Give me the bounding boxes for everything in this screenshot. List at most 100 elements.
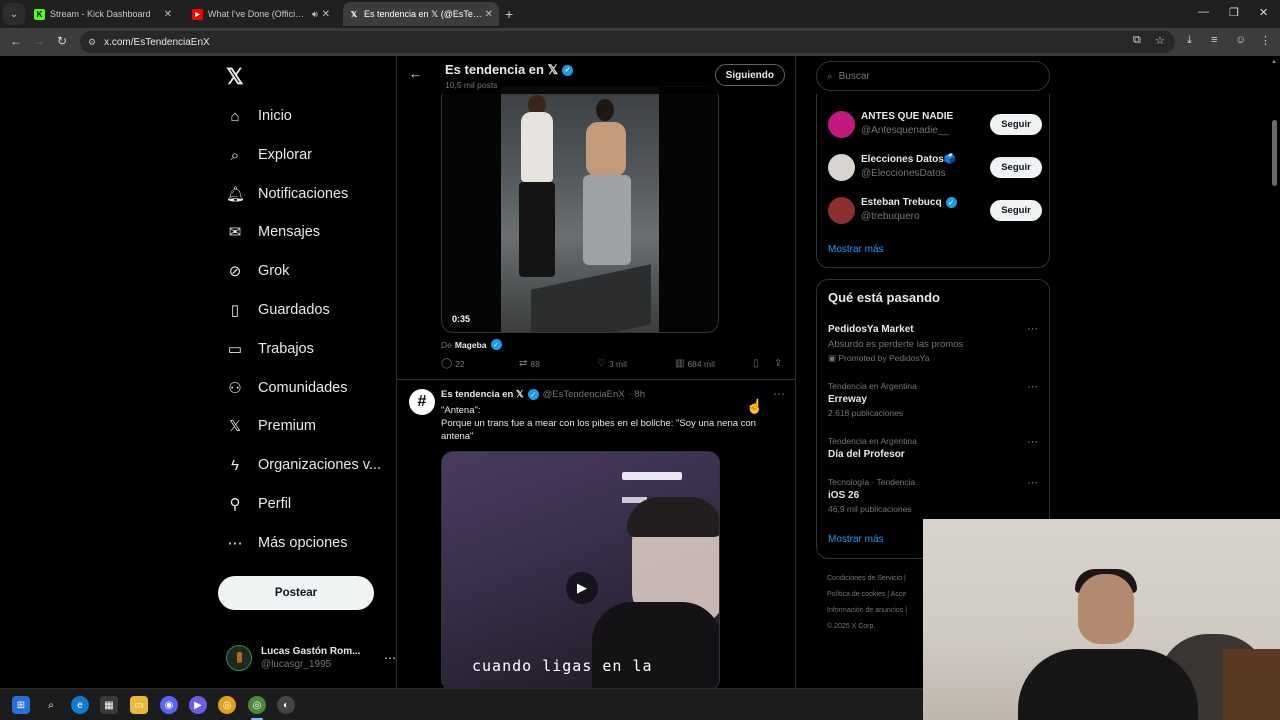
suggestion-item[interactable]: Esteban Trebucq ✓ @trebuquero Seguir — [828, 195, 1042, 225]
nav-organizations[interactable]: ϟ Organizaciones v... — [226, 450, 381, 480]
avatar[interactable] — [828, 197, 855, 224]
trend-count: 46,9 mil publicaciones — [828, 504, 912, 514]
tweet-author-name[interactable]: Es tendencia en 𝕏 — [441, 389, 524, 400]
nav-jobs[interactable]: ▭ Trabajos — [226, 334, 314, 364]
trend-item[interactable]: Tecnología · Tendencia iOS 26 46,9 mil p… — [828, 476, 1042, 515]
trend-item[interactable]: Tendencia en Argentina Erreway 2.618 pub… — [828, 380, 1042, 419]
windows-start-icon[interactable]: ⊞ — [12, 696, 30, 714]
file-explorer-icon[interactable]: ▭ — [130, 696, 148, 714]
bookmark-star-icon[interactable]: ☆ — [1155, 34, 1165, 47]
audio-icon[interactable]: 🔊︎ — [312, 9, 318, 20]
tab-search-icon[interactable]: ⌄ — [3, 3, 25, 25]
trend-item[interactable]: Tendencia en Argentina Día del Profesor … — [828, 435, 1042, 462]
trend-name: iOS 26 — [828, 490, 860, 501]
avatar[interactable] — [828, 111, 855, 138]
nav-bookmarks[interactable]: ▯ Guardados — [226, 295, 330, 325]
suggestion-name[interactable]: Esteban Trebucq ✓ — [861, 197, 957, 208]
views-button[interactable]: ▥ 684 mil — [675, 358, 715, 369]
cast-icon[interactable]: ⧉ — [1133, 34, 1141, 47]
scroll-up-icon[interactable]: ▲ — [1271, 59, 1277, 65]
search-icon[interactable]: ⌕ — [42, 696, 60, 714]
follow-button[interactable]: Seguir — [990, 157, 1042, 178]
chrome-profile-icon[interactable]: ◎ — [248, 696, 266, 714]
site-info-icon[interactable]: ⚙ — [88, 37, 96, 48]
more-icon[interactable]: ⋯ — [773, 387, 785, 401]
new-tab-icon[interactable]: + — [505, 6, 513, 22]
tweet-divider — [397, 379, 795, 380]
close-tab-icon[interactable]: ✕ — [164, 9, 172, 20]
media-icon[interactable]: ≡ — [1211, 34, 1217, 46]
play-icon[interactable]: ▶ — [566, 572, 598, 604]
close-tab-icon[interactable]: ✕ — [485, 9, 493, 20]
source-account-link[interactable]: Mageba — [455, 340, 487, 350]
show-more-link[interactable]: Mostrar más — [828, 244, 884, 255]
suggestion-name[interactable]: Elecciones Datos🗳️ — [861, 154, 956, 165]
trend-item[interactable]: PedidosYa Market Absurdo es perderte las… — [828, 322, 1042, 364]
following-button[interactable]: Siguiendo — [714, 64, 785, 86]
nav-more-options[interactable]: ⋯ Más opciones — [226, 528, 348, 558]
footer-link[interactable]: Política de cookies | Acce — [827, 587, 907, 603]
nav-communities[interactable]: ⚇ Comunidades — [226, 373, 347, 403]
reload-icon[interactable]: ↻ — [57, 34, 67, 48]
footer-link[interactable]: Condiciones de Servicio | — [827, 571, 907, 587]
browser-tab-kick[interactable]: K Stream - Kick Dashboard ✕ — [28, 2, 178, 26]
suggestion-item[interactable]: ANTES QUE NADIE @Antesquenadie__ Seguir — [828, 109, 1042, 139]
tweet-time[interactable]: · 8h — [629, 389, 645, 400]
url-input[interactable]: ⚙ x.com/EsTendenciaEnX — [80, 31, 1175, 53]
back-icon[interactable]: ← — [10, 34, 22, 48]
close-window-icon[interactable]: ✕ — [1259, 6, 1268, 19]
avatar[interactable]: # — [409, 389, 435, 415]
scroll-thumb[interactable] — [1272, 120, 1277, 186]
browser-tab-x[interactable]: 𝕏 Es tendencia en 𝕏 (@EsTendenc ✕ — [343, 2, 499, 26]
profile-icon[interactable]: ☺ — [1235, 34, 1246, 46]
more-icon[interactable]: ⋯ — [1027, 380, 1038, 393]
tweet-author-handle[interactable]: @EsTendenciaEnX — [543, 389, 625, 400]
tweet-video[interactable]: ▶ cuando ligas en la — [441, 451, 720, 688]
nav-home[interactable]: ⌂ Inicio — [226, 101, 291, 131]
forward-icon[interactable]: → — [33, 34, 45, 48]
more-icon[interactable]: ⋯ — [1027, 476, 1038, 489]
calculator-icon[interactable]: ▦ — [100, 696, 118, 714]
bookmark-button[interactable]: ▯ — [753, 358, 762, 369]
search-input[interactable]: ⌕ Buscar — [816, 61, 1050, 91]
edge-icon[interactable]: e — [71, 696, 89, 714]
nav-notifications[interactable]: 🔔︎ Notificaciones — [226, 179, 348, 209]
back-arrow-icon[interactable]: ← — [409, 66, 422, 81]
nav-profile[interactable]: ⚲ Perfil — [226, 489, 292, 519]
more-icon[interactable]: ⋯ — [384, 651, 396, 665]
suggestion-name[interactable]: ANTES QUE NADIE — [861, 111, 953, 122]
tweet-video[interactable]: 0:35 — [441, 86, 719, 333]
account-switcher[interactable]: Lucas Gastón Rom... @lucasgr_1995 ⋯ — [226, 639, 396, 677]
discord-icon[interactable]: ◉ — [160, 696, 178, 714]
post-button[interactable]: Postear — [218, 576, 374, 610]
x-logo-icon[interactable]: 𝕏 — [226, 64, 244, 90]
nav-grok[interactable]: ⊘ Grok — [226, 256, 290, 286]
minimize-icon[interactable]: — — [1198, 6, 1209, 18]
menu-icon[interactable]: ⋮ — [1260, 34, 1271, 47]
follow-button[interactable]: Seguir — [990, 114, 1042, 135]
avatar[interactable] — [828, 154, 855, 181]
chrome-icon[interactable]: ◎ — [218, 696, 236, 714]
search-placeholder: Buscar — [838, 70, 870, 82]
footer-link[interactable]: Información de anuncios | — [827, 603, 907, 619]
restore-icon[interactable]: ❐ — [1229, 6, 1239, 19]
who-to-follow-card: ANTES QUE NADIE @Antesquenadie__ Seguir … — [816, 94, 1050, 268]
more-icon[interactable]: ⋯ — [1027, 322, 1038, 335]
close-tab-icon[interactable]: ✕ — [322, 9, 330, 20]
nav-messages[interactable]: ✉ Mensajes — [226, 217, 320, 247]
browser-tab-youtube[interactable]: ▶ What I've Done (Official Mu 🔊︎ ✕ — [186, 2, 336, 26]
more-icon[interactable]: ⋯ — [1027, 435, 1038, 448]
suggestion-item[interactable]: Elecciones Datos🗳️ @EleccionesDatos Segu… — [828, 152, 1042, 182]
share-button[interactable]: ⇪ — [774, 358, 785, 369]
follow-button[interactable]: Seguir — [990, 200, 1042, 221]
show-more-link[interactable]: Mostrar más — [828, 534, 884, 545]
nav-premium[interactable]: 𝕏 Premium — [226, 411, 316, 441]
nav-explore[interactable]: ⌕ Explorar — [226, 140, 312, 170]
reply-button[interactable]: ◯ 22 — [441, 358, 465, 369]
repost-button[interactable]: ⇄ 88 — [519, 358, 540, 369]
download-icon[interactable]: ⤓ — [1187, 34, 1192, 47]
obs-icon[interactable]: ◐ — [277, 696, 295, 714]
like-button[interactable]: ♡ 3 mil — [597, 358, 627, 369]
media-player-icon[interactable]: ▶ — [189, 696, 207, 714]
promoted-label: ▣ Promoted by PedidosYa — [828, 353, 930, 363]
